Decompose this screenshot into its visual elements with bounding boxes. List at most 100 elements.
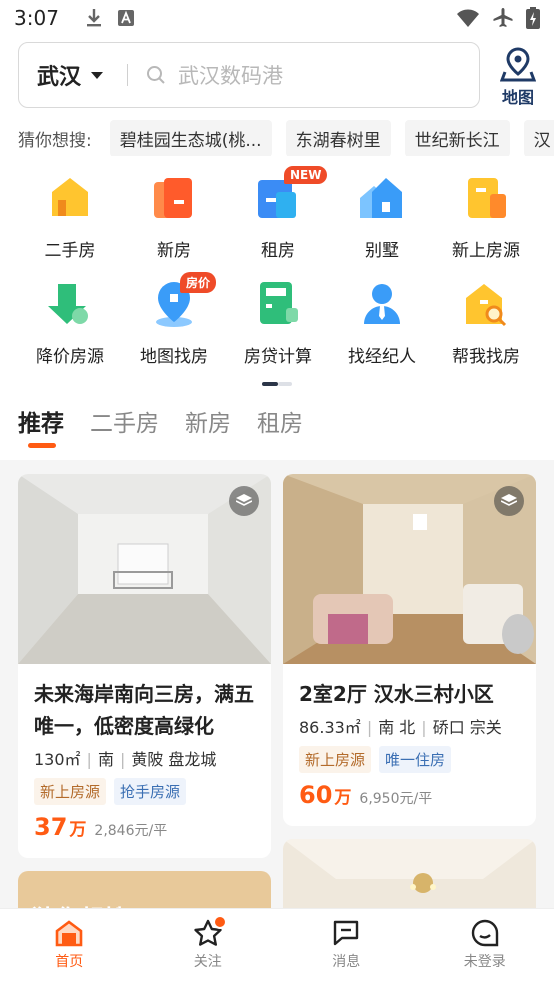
divider bbox=[127, 64, 129, 86]
tab-messages[interactable]: 消息 bbox=[277, 909, 416, 984]
tab-profile[interactable]: 未登录 bbox=[416, 909, 554, 984]
guess-search-row: 猜你想搜: 碧桂园生态城(桃... 东湖春树里 世纪新长江 汉 bbox=[18, 120, 554, 156]
category-price-drop[interactable]: 降价房源 bbox=[18, 278, 122, 384]
category-new-listing[interactable]: 新上房源 bbox=[434, 172, 538, 278]
category-agent[interactable]: 找经纪人 bbox=[330, 278, 434, 384]
top-section: 3:07 武汉 武汉数码港 地图 猜你想搜: 碧桂园生态城(桃... 东湖春树里… bbox=[0, 0, 554, 460]
price-badge: 房价 bbox=[180, 272, 217, 293]
notification-a-icon bbox=[117, 10, 134, 26]
wifi-icon bbox=[457, 9, 479, 27]
category-new-house[interactable]: 新房 bbox=[122, 172, 226, 278]
help-find-house-icon bbox=[466, 284, 507, 327]
second-hand-house-icon bbox=[52, 178, 88, 216]
city-label: 武汉 bbox=[37, 65, 82, 90]
feed-tabs: 推荐 二手房 新房 租房 bbox=[18, 404, 303, 438]
listing-photo bbox=[18, 474, 271, 664]
tab-recommend[interactable]: 推荐 bbox=[18, 404, 64, 438]
download-icon bbox=[86, 9, 101, 27]
listing-tag: 新上房源 bbox=[299, 746, 372, 773]
price-drop-icon bbox=[48, 284, 88, 324]
listing-title: 2室2厅 汉水三村小区 bbox=[299, 682, 494, 706]
category-label: 租房 bbox=[261, 241, 295, 261]
listing-district: 黄陂 盘龙城 bbox=[131, 750, 217, 769]
active-tab-indicator bbox=[28, 443, 56, 448]
agent-icon bbox=[364, 284, 400, 324]
map-button[interactable]: 地图 bbox=[498, 46, 538, 108]
search-icon bbox=[147, 66, 165, 84]
category-label: 二手房 bbox=[44, 241, 96, 261]
listing-tags: 新上房源 抢手房源 bbox=[18, 778, 271, 805]
unit-price: 2,846元/平 bbox=[94, 823, 168, 839]
listing-price: 60 万 6,950元/平 bbox=[283, 781, 536, 809]
listing-card[interactable]: 未来海岸南向三房，满五唯一，低密度高绿化 130㎡ | 南 | 黄陂 盘龙城 新上房源 … bbox=[18, 474, 271, 858]
listing-tag: 新上房源 bbox=[34, 778, 107, 805]
category-label: 房贷计算 bbox=[244, 347, 312, 367]
message-icon bbox=[334, 920, 359, 946]
new-house-icon bbox=[154, 178, 192, 218]
guess-chip[interactable]: 汉 bbox=[523, 120, 554, 156]
category-help-find[interactable]: 帮我找房 bbox=[434, 278, 538, 384]
category-label: 地图找房 bbox=[140, 347, 208, 367]
listing-photo bbox=[283, 474, 536, 664]
tab-label: 关注 bbox=[193, 954, 222, 970]
mortgage-calculator-icon bbox=[260, 282, 298, 324]
category-label: 别墅 bbox=[365, 241, 399, 261]
category-villa[interactable]: 别墅 bbox=[330, 172, 434, 278]
listing-meta: 86.33㎡ | 南 北 | 硚口 宗关 bbox=[299, 718, 502, 737]
listing-tags: 新上房源 唯一住房 bbox=[283, 746, 536, 773]
category-mortgage[interactable]: 房贷计算 bbox=[226, 278, 330, 384]
pager-active bbox=[262, 382, 278, 386]
status-bar: 3:07 bbox=[0, 0, 554, 36]
category-label: 新上房源 bbox=[452, 241, 520, 261]
chevron-down-icon bbox=[91, 71, 104, 79]
category-label: 降价房源 bbox=[36, 347, 104, 367]
bottom-tab-bar: 首页 关注 消息 未登录 bbox=[0, 908, 554, 984]
price-value: 37 bbox=[34, 813, 68, 841]
map-label: 地图 bbox=[501, 88, 534, 107]
city-selector[interactable]: 武汉 bbox=[37, 59, 104, 91]
listing-district: 硚口 宗关 bbox=[432, 718, 502, 737]
tab-label: 消息 bbox=[332, 954, 361, 970]
villa-icon bbox=[360, 178, 402, 218]
tab-new-house[interactable]: 新房 bbox=[185, 404, 231, 438]
category-row: 二手房 新房 NEW 租房 别墅 新上房源 bbox=[18, 166, 538, 278]
listing-area: 130㎡ bbox=[34, 750, 81, 769]
vr-icon[interactable] bbox=[494, 486, 524, 516]
unit-price: 6,950元/平 bbox=[359, 791, 433, 807]
search-row: 武汉 武汉数码港 地图 bbox=[18, 42, 538, 108]
tab-label: 未登录 bbox=[463, 954, 506, 970]
tab-rent[interactable]: 租房 bbox=[257, 404, 303, 438]
pager-inactive bbox=[278, 382, 292, 386]
category-map-search[interactable]: 房价 地图找房 bbox=[122, 272, 226, 384]
airplane-icon bbox=[493, 8, 513, 27]
new-listing-icon bbox=[468, 178, 506, 218]
guess-chip[interactable]: 世纪新长江 bbox=[404, 120, 510, 156]
price-value: 60 bbox=[299, 781, 333, 809]
tab-second-hand[interactable]: 二手房 bbox=[90, 404, 159, 438]
profile-icon bbox=[471, 919, 498, 947]
category-grid: 二手房 新房 NEW 租房 别墅 新上房源 降价房源 房价 地图找房 房贷计算 … bbox=[18, 166, 538, 384]
map-pin-icon bbox=[500, 47, 536, 82]
guess-chip[interactable]: 东湖春树里 bbox=[285, 120, 391, 156]
category-second-hand[interactable]: 二手房 bbox=[18, 172, 122, 278]
new-badge: NEW bbox=[284, 166, 328, 184]
price-unit: 万 bbox=[334, 788, 352, 808]
tab-label: 首页 bbox=[55, 954, 84, 970]
home-icon bbox=[55, 920, 83, 947]
listing-meta: 130㎡ | 南 | 黄陂 盘龙城 bbox=[34, 750, 217, 769]
category-rent[interactable]: NEW 租房 bbox=[226, 166, 330, 278]
vr-icon[interactable] bbox=[229, 486, 259, 516]
tab-home[interactable]: 首页 bbox=[0, 909, 139, 984]
guess-chip[interactable]: 碧桂园生态城(桃... bbox=[109, 120, 272, 156]
listing-tag: 唯一住房 bbox=[379, 746, 452, 773]
battery-charging-icon bbox=[526, 7, 540, 29]
listing-area: 86.33㎡ bbox=[299, 718, 361, 737]
listing-title: 未来海岸南向三房，满五唯一，低密度高绿化 bbox=[34, 682, 254, 738]
grid-pager bbox=[262, 382, 292, 386]
tab-follow[interactable]: 关注 bbox=[139, 909, 278, 984]
listing-direction: 南 北 bbox=[378, 718, 416, 737]
listing-card[interactable]: 2室2厅 汉水三村小区 86.33㎡ | 南 北 | 硚口 宗关 新上房源 唯一住房 6… bbox=[283, 474, 536, 826]
search-box[interactable]: 武汉 武汉数码港 bbox=[18, 42, 480, 108]
category-label: 找经纪人 bbox=[348, 347, 416, 367]
search-input[interactable]: 武汉数码港 bbox=[178, 60, 283, 90]
